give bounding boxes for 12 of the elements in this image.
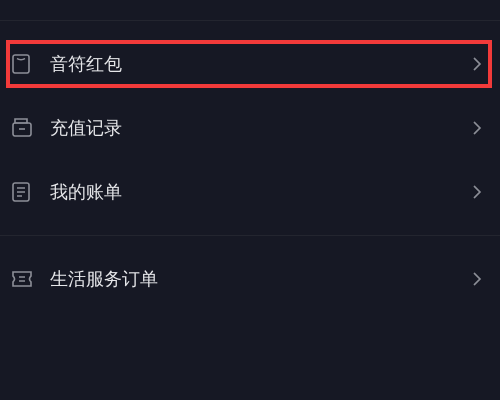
chevron-right-icon	[472, 271, 482, 287]
menu-item[interactable]: 充值记录	[0, 96, 500, 160]
chevron-right-icon	[472, 184, 482, 200]
envelope-icon	[12, 54, 32, 74]
chevron-right-icon	[472, 120, 482, 136]
wallet-icon	[12, 118, 32, 138]
document-icon	[12, 182, 32, 202]
menu-item[interactable]: 我的账单	[0, 160, 500, 224]
chevron-right-icon	[472, 56, 482, 72]
ticket-icon	[12, 269, 32, 289]
menu-item[interactable]: 音符红包	[0, 32, 500, 96]
menu-item[interactable]: 生活服务订单	[0, 247, 500, 311]
